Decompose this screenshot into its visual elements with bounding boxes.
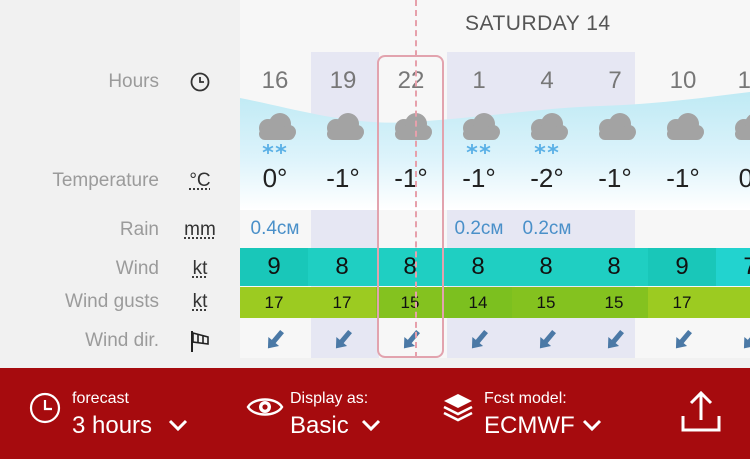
wind-gust-cell: 14 (444, 287, 512, 318)
wind-unit[interactable]: kt (178, 258, 222, 280)
wind-cell: 8 (580, 248, 648, 286)
wind-cell: 9 (648, 248, 716, 286)
cloud-icon (309, 108, 377, 158)
wind-gust-cell: 15 (580, 287, 648, 318)
wind-direction-arrow-icon (717, 325, 750, 355)
wind-direction-arrow-icon (649, 325, 717, 355)
wind-direction-arrow-icon (581, 325, 649, 355)
footer-bar: forecast 3 hours Display as: Basic Fcst … (0, 368, 750, 459)
rain-label: Rain (119, 219, 159, 240)
wind-gust-cell: 17 (648, 287, 716, 318)
share-icon (680, 390, 722, 439)
wind-cell: 7 (716, 248, 750, 286)
temperature-cell: -1° (598, 163, 632, 193)
share-button[interactable] (676, 388, 726, 436)
wind-direction-arrow-icon (241, 325, 309, 355)
chevron-down-icon (582, 418, 602, 437)
temperature-cell: -1° (666, 163, 700, 193)
hour-cell: 10 (669, 67, 697, 94)
forecast-model-label: Fcst model: (484, 390, 567, 407)
clock-icon (189, 71, 211, 98)
temperature-cell: -1° (462, 163, 496, 193)
temperature-cell: -1° (326, 163, 360, 193)
chevron-down-icon (168, 418, 188, 437)
snow-cloud-icon (513, 108, 581, 158)
wind-dir-label: Wind dir. (85, 330, 159, 351)
wind-cell: 8 (444, 248, 512, 286)
layers-icon (442, 392, 474, 431)
forecast-model-value: ECMWF (484, 412, 575, 439)
hour-cell: 16 (261, 67, 289, 94)
cloud-icon (581, 108, 649, 158)
wind-cell: 9 (240, 248, 308, 286)
wind-direction-arrow-icon (513, 325, 581, 355)
display-as-label: Display as: (290, 390, 369, 407)
display-as-button[interactable]: Display as: Basic (240, 368, 415, 459)
temperature-cell: 0° (738, 163, 750, 193)
hour-cell: 13 (737, 67, 750, 94)
rain-unit[interactable]: mm (178, 219, 222, 241)
hours-label: Hours (108, 71, 159, 92)
cloud-icon (717, 108, 750, 158)
clock-icon (28, 391, 62, 430)
rain-cell: 0.4см (250, 218, 300, 239)
wind-gust-cell: 17 (308, 287, 376, 318)
wind-gusts-label: Wind gusts (65, 291, 159, 312)
wind-cell: 8 (512, 248, 580, 286)
selected-column[interactable] (377, 55, 444, 358)
forecast-grid[interactable]: SATURDAY 14 16 0° 0.4см 9 17 19 -1° 8 17 22 -1° 8 15… (240, 0, 750, 358)
display-as-value: Basic (290, 412, 349, 439)
wind-gusts-unit[interactable]: kt (178, 291, 222, 313)
temperature-cell: 0° (262, 163, 288, 193)
hour-cell: 7 (608, 67, 622, 94)
wind-gust-cell: 15 (512, 287, 580, 318)
day-header: SATURDAY 14 (465, 12, 611, 35)
temperature-label: Temperature (52, 170, 159, 191)
rain-cell: 0.2см (454, 218, 504, 239)
temperature-cell: -2° (530, 163, 564, 193)
snow-cloud-icon (241, 108, 309, 158)
forecast-interval-button[interactable]: forecast 3 hours (0, 368, 215, 459)
eye-icon (246, 394, 284, 425)
hour-cell: 4 (540, 67, 554, 94)
wind-label: Wind (115, 258, 159, 279)
hour-cell: 19 (329, 67, 357, 94)
wind-direction-arrow-icon (445, 325, 513, 355)
snow-cloud-icon (445, 108, 513, 158)
wind-gust-cell (716, 287, 750, 318)
hour-cell: 1 (472, 67, 486, 94)
cloud-icon (649, 108, 717, 158)
wind-direction-arrow-icon (309, 325, 377, 355)
forecast-model-button[interactable]: Fcst model: ECMWF (438, 368, 618, 459)
rain-cell: 0.2см (522, 218, 572, 239)
chevron-down-icon (361, 418, 381, 437)
forecast-label: forecast (72, 390, 129, 407)
forecast-value: 3 hours (72, 412, 153, 439)
wind-gust-cell: 17 (240, 287, 308, 318)
windsock-icon (189, 329, 213, 358)
temperature-unit[interactable]: °C (178, 170, 222, 192)
wind-cell: 8 (308, 248, 376, 286)
